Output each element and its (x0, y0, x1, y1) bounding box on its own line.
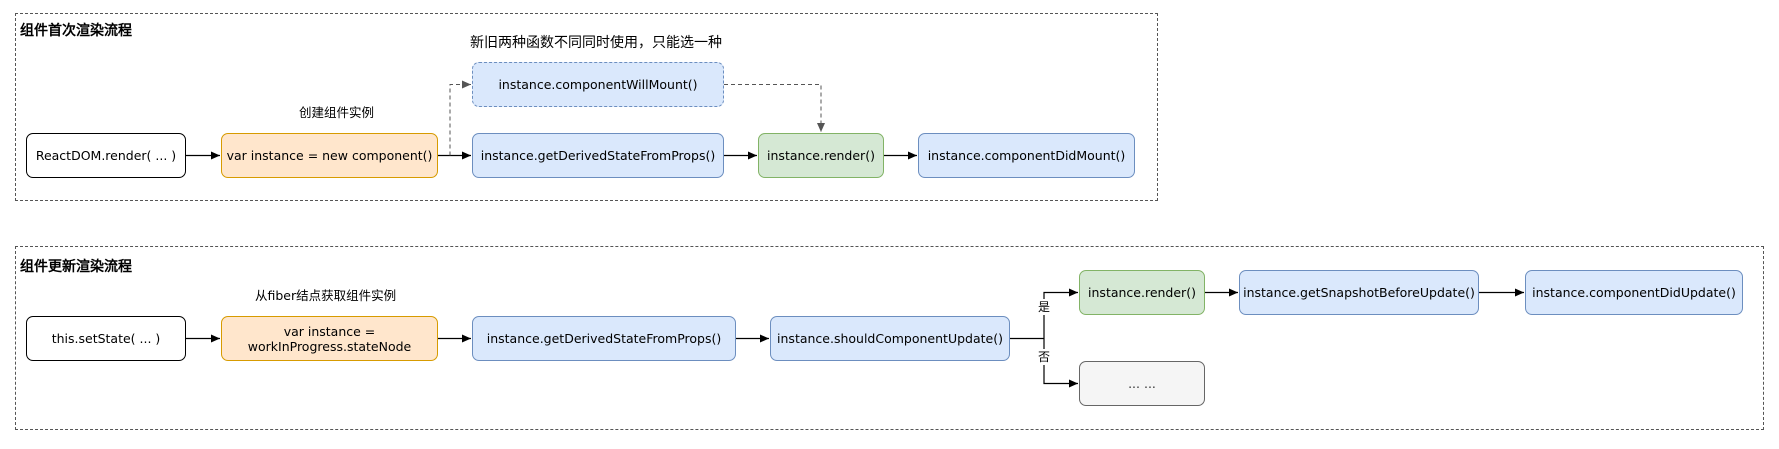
dashed-arrow-to-willmount (449, 80, 471, 156)
no-edge-label: 否 (1038, 349, 1051, 365)
connector-layer (186, 80, 1524, 388)
yes-edge-label: 是 (1038, 299, 1051, 315)
dashed-arrow-willmount-to-render (724, 84, 825, 132)
